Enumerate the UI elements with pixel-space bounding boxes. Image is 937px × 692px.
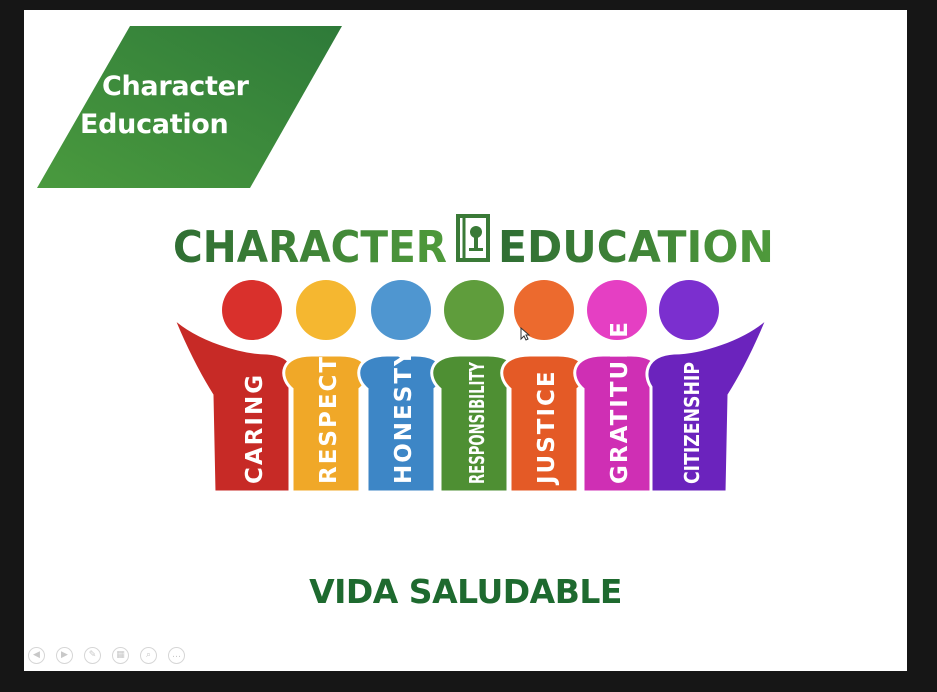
figure-head [296, 280, 356, 340]
grid-icon: ▦ [116, 650, 125, 660]
magnifier-icon: ⌕ [145, 650, 152, 660]
book-tree-icon [456, 214, 490, 262]
figure-justice: JUSTICE [500, 280, 588, 494]
figure-respect: RESPECT [282, 280, 370, 494]
presentation-slide: Character Education CHARACTER EDUCATION … [24, 10, 907, 671]
figure-label: CITIZENSHIP [680, 362, 704, 484]
figure-gratitude: GRATITUDE [573, 280, 661, 494]
figure-head [444, 280, 504, 340]
more-options-button[interactable]: … [168, 647, 185, 664]
pen-tool-button[interactable]: ✎ [84, 647, 101, 664]
zoom-button[interactable]: ⌕ [140, 647, 157, 664]
figure-label: JUSTICE [534, 369, 560, 486]
pen-icon: ✎ [88, 650, 97, 660]
slide-subtitle: VIDA SALUDABLE [309, 572, 622, 611]
figures-group: CARING RESPECT HONESTY RESPONSIBILITY JUSTIC… [171, 280, 770, 494]
figure-label: CARING [242, 373, 268, 484]
ellipsis-icon: … [172, 650, 181, 660]
figure-label: RESPECT [316, 355, 342, 484]
figure-label: RESPONSIBILITY [465, 362, 489, 484]
arrow-left-icon: ◀ [33, 650, 40, 660]
figure-caring: CARING [171, 280, 296, 494]
figure-citizenship: CITIZENSHIP [645, 280, 770, 494]
slides-grid-button[interactable]: ▦ [112, 647, 129, 664]
figure-head [222, 280, 282, 340]
figure-head [371, 280, 431, 340]
logo-title-left: CHARACTER [173, 222, 447, 273]
figure-body [645, 315, 770, 494]
arrow-right-icon: ▶ [61, 650, 68, 660]
figure-label: GRATITUDE [607, 320, 633, 484]
figure-responsibility: RESPONSIBILITY [430, 280, 518, 494]
figure-honesty: HONESTY [357, 280, 445, 494]
mouse-pointer-icon [520, 327, 530, 341]
figure-label: HONESTY [391, 347, 417, 484]
character-education-logo: CHARACTER EDUCATION CARING RESPECT HONESTY… [171, 214, 774, 494]
figure-body [171, 315, 296, 494]
figure-head [659, 280, 719, 340]
previous-slide-button[interactable]: ◀ [28, 647, 45, 664]
logo-title-right: EDUCATION [498, 222, 774, 273]
next-slide-button[interactable]: ▶ [56, 647, 73, 664]
